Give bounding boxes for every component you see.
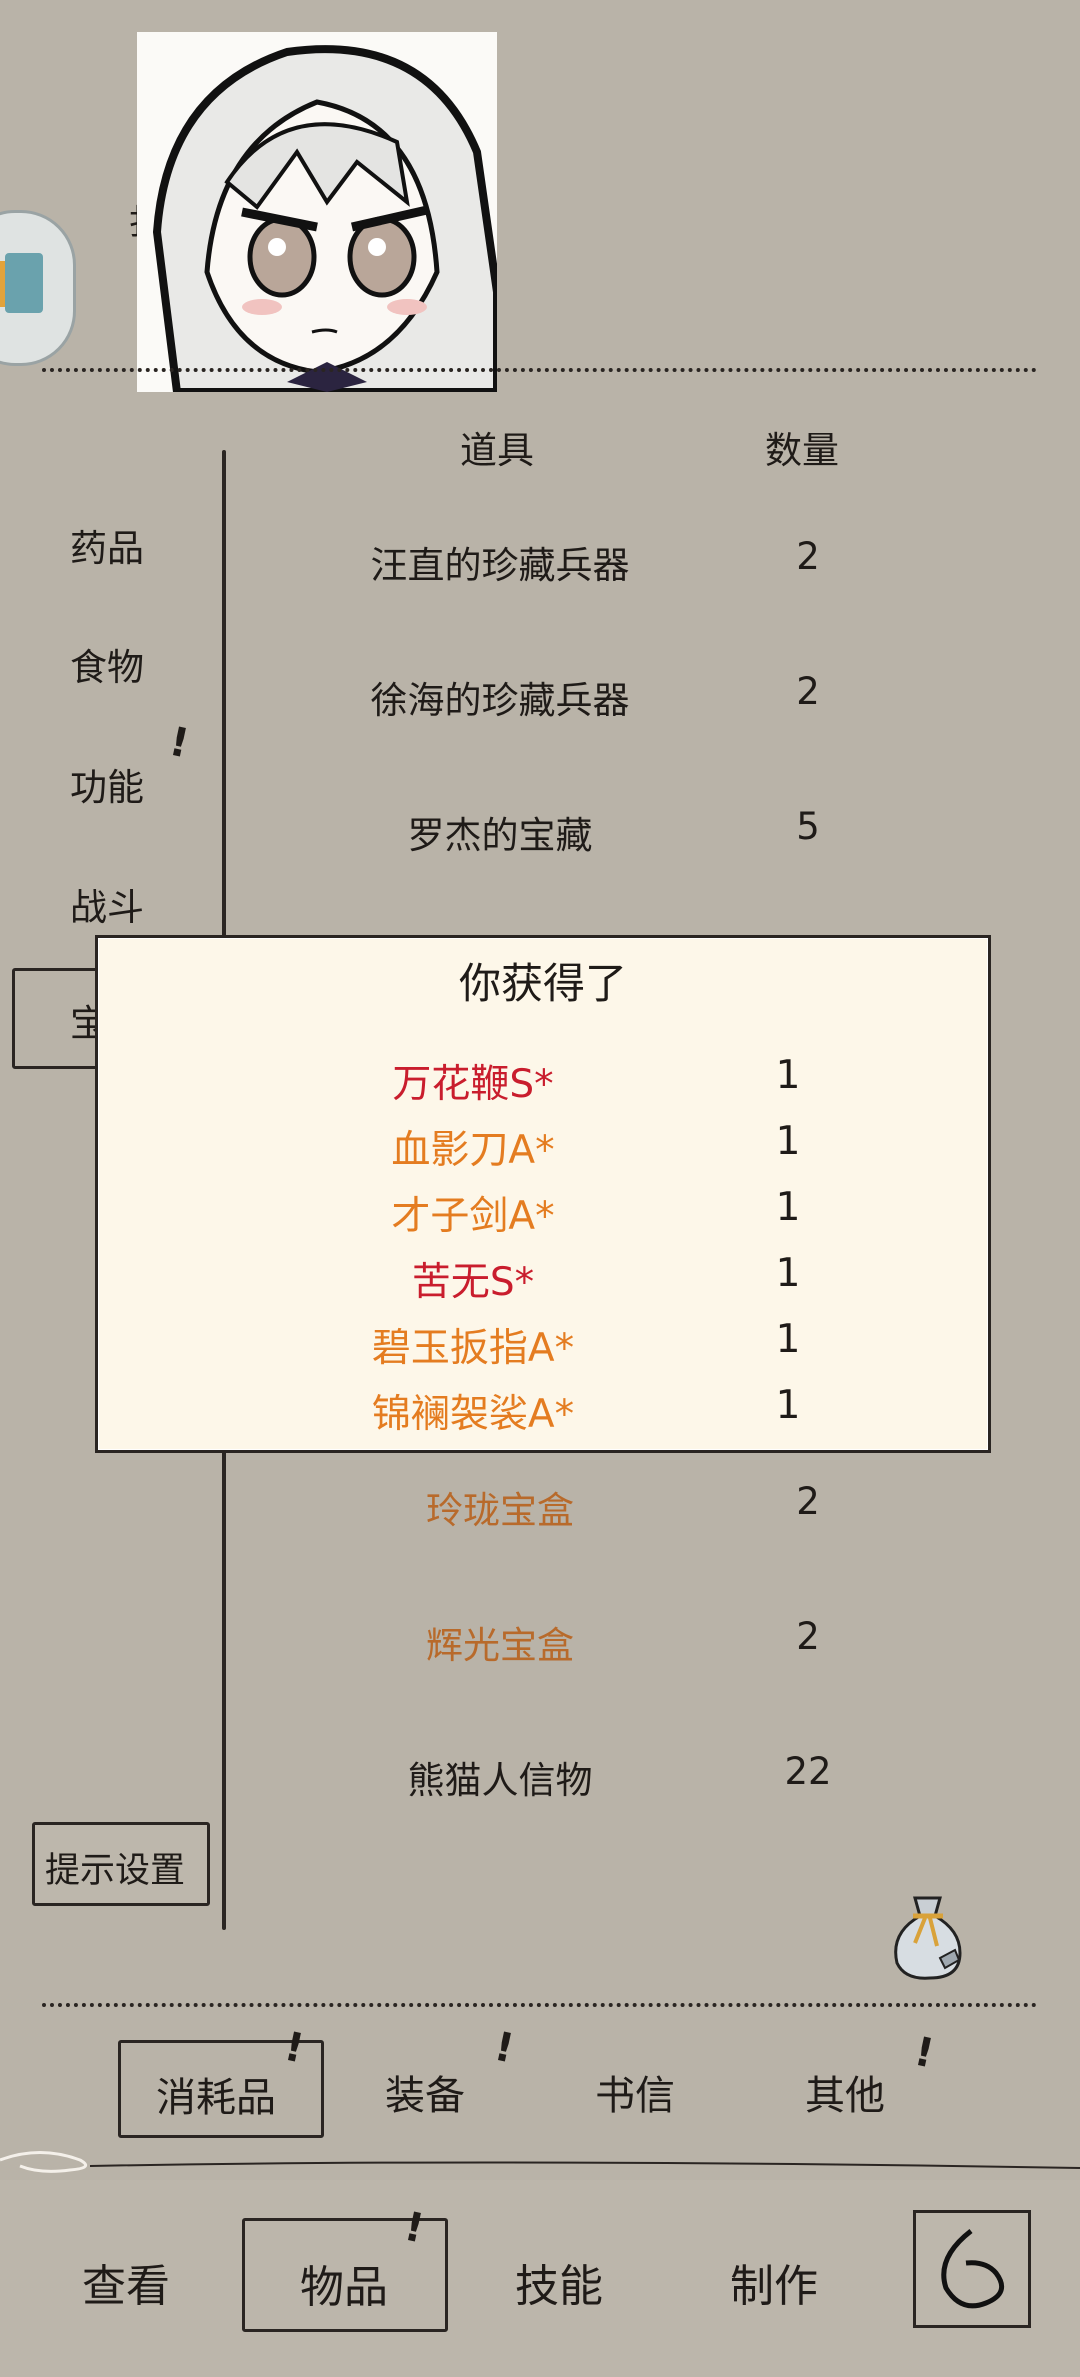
reward-name: 苦无S* [411, 1260, 535, 1305]
back-button[interactable] [913, 2210, 1031, 2328]
item-name[interactable]: 罗杰的宝藏 [290, 805, 710, 859]
reward-qty: 1 [775, 1053, 801, 1098]
back-arrow-icon [941, 2229, 1005, 2309]
reward-name: 锦襕袈裟A* [371, 1392, 575, 1437]
item-name[interactable]: 熊猫人信物 [290, 1750, 710, 1804]
exclamation-icon: ! [910, 2028, 938, 2078]
item-qty: 22 [784, 1750, 832, 1793]
exclamation-icon: ! [165, 718, 193, 768]
item-name[interactable]: 辉光宝盒 [290, 1615, 710, 1669]
nav-craft[interactable]: 制作 [730, 2250, 818, 2314]
nav-view[interactable]: 查看 [82, 2250, 170, 2314]
reward-name: 血影刀A* [391, 1128, 555, 1173]
reward-name: 碧玉扳指A* [371, 1326, 575, 1371]
app-badge-icon[interactable] [0, 210, 76, 366]
item-column-header: 道具 [460, 429, 534, 472]
tab-consumables-label: 消耗品 [156, 2075, 276, 2121]
popup-title: 你获得了 [458, 959, 627, 1008]
hint-settings-label: 提示设置 [45, 1851, 186, 1891]
reward-qty: 1 [775, 1185, 801, 1230]
reward-qty: 1 [775, 1383, 801, 1428]
top-divider [42, 368, 1037, 372]
category-battle[interactable]: 战斗 [70, 877, 144, 931]
item-qty: 2 [796, 535, 820, 578]
tab-equipment[interactable]: 装备 [385, 2063, 465, 2121]
item-qty: 2 [796, 670, 820, 713]
item-qty: 5 [796, 805, 820, 848]
tab-letters[interactable]: 书信 [595, 2063, 675, 2121]
hint-settings-button[interactable]: 提示设置 [32, 1822, 210, 1906]
tab-other[interactable]: 其他 [805, 2063, 885, 2121]
reward-qty: 1 [775, 1317, 801, 1362]
nav-skills[interactable]: 技能 [515, 2250, 603, 2314]
nav-items-label: 物品 [300, 2262, 388, 2313]
item-qty: 2 [796, 1615, 820, 1658]
loot-bag-icon[interactable] [885, 1888, 970, 1983]
swirl-decoration [0, 2151, 1080, 2173]
category-food[interactable]: 食物 [70, 637, 144, 691]
reward-name: 才子剑A* [391, 1194, 555, 1239]
item-name[interactable]: 玲珑宝盒 [290, 1480, 710, 1534]
category-function[interactable]: 功能 [70, 757, 144, 811]
exclamation-icon: ! [490, 2023, 518, 2073]
item-name[interactable]: 徐海的珍藏兵器 [290, 670, 710, 724]
item-name[interactable]: 汪直的珍藏兵器 [290, 535, 710, 589]
item-qty: 2 [796, 1480, 820, 1523]
reward-popup: 你获得了 万花鞭S* 1 血影刀A* 1 才子剑A* 1 苦无S* 1 碧玉扳指… [95, 935, 991, 1453]
reward-qty: 1 [775, 1119, 801, 1164]
bottom-divider [42, 2003, 1037, 2007]
qty-column-header: 数量 [765, 429, 839, 472]
category-medicine[interactable]: 药品 [70, 518, 144, 572]
reward-qty: 1 [775, 1251, 801, 1296]
reward-name: 万花鞭S* [392, 1062, 554, 1107]
character-portrait [137, 32, 497, 392]
